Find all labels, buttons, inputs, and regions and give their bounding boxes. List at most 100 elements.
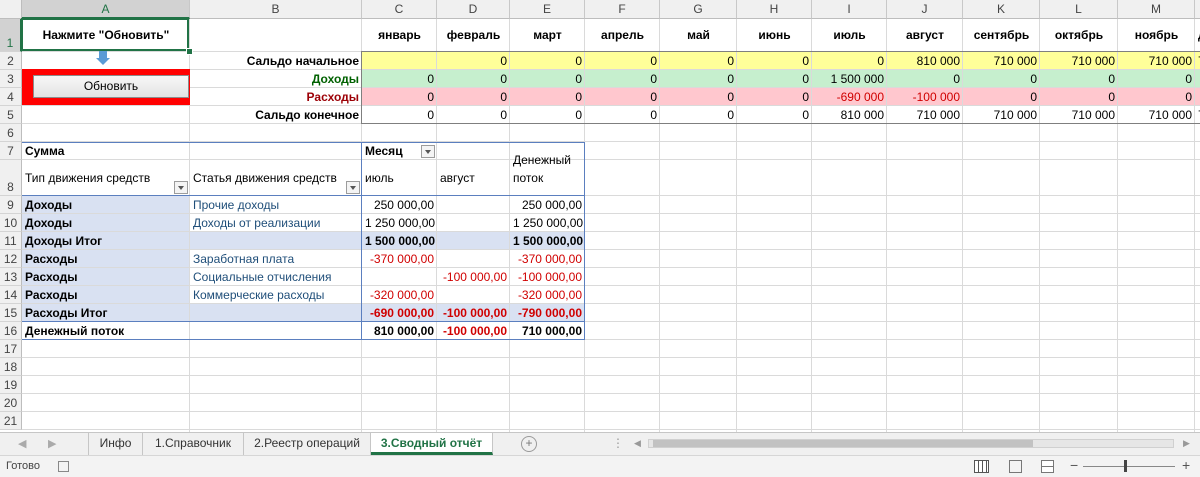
- row-number: 8: [7, 180, 14, 194]
- row-number: 19: [3, 378, 18, 392]
- zoom-slider-handle[interactable]: [1124, 460, 1127, 472]
- pivot-value-total: -790 000,00: [517, 306, 582, 320]
- row-header-9[interactable]: 9: [0, 196, 22, 214]
- month-filter-button[interactable]: [421, 145, 435, 158]
- column-header-d[interactable]: D: [437, 0, 510, 19]
- more-options-icon[interactable]: ⋮: [612, 436, 624, 450]
- row-header-16[interactable]: 16: [0, 322, 22, 340]
- month-header: апрель: [601, 28, 644, 42]
- tab-operations-register[interactable]: 2.Реестр операций: [244, 433, 371, 455]
- row-header-17[interactable]: 17: [0, 340, 22, 358]
- column-header-g[interactable]: G: [660, 0, 737, 19]
- column-header-a[interactable]: A: [22, 0, 190, 19]
- article-filter-button[interactable]: [346, 181, 360, 194]
- zoom-out-icon[interactable]: −: [1070, 457, 1078, 473]
- month-header: декабрь: [1195, 19, 1200, 52]
- month-header: август: [906, 28, 944, 42]
- row-header-20[interactable]: 20: [0, 394, 22, 412]
- page-layout-view-icon[interactable]: [1009, 460, 1022, 473]
- row-header-1[interactable]: 1: [0, 19, 22, 52]
- row-header-4[interactable]: 4: [0, 88, 22, 106]
- column-header-c[interactable]: C: [362, 0, 437, 19]
- row-header-15[interactable]: 15: [0, 304, 22, 322]
- pivot-row-type: Расходы: [25, 270, 78, 284]
- column-header-h[interactable]: H: [737, 0, 812, 19]
- scrollbar-thumb[interactable]: [653, 440, 1033, 447]
- hscroll-right-icon[interactable]: ▶: [1183, 438, 1190, 449]
- tab-info[interactable]: Инфо: [88, 433, 143, 455]
- column-header-e[interactable]: E: [510, 0, 585, 19]
- row-number: 1: [6, 36, 14, 50]
- month-header: март: [533, 28, 562, 42]
- column-header-j[interactable]: J: [887, 0, 963, 19]
- row-header-19[interactable]: 19: [0, 376, 22, 394]
- selected-cell-outline[interactable]: [21, 18, 189, 51]
- row-header-3[interactable]: 3: [0, 70, 22, 88]
- pivot-col-august: август: [440, 171, 475, 185]
- column-header-l[interactable]: L: [1040, 0, 1118, 19]
- pivot-right-border: [584, 142, 585, 340]
- type-filter-button[interactable]: [174, 181, 188, 194]
- pivot-row-type: Расходы Итог: [25, 306, 108, 320]
- gridline-horizontal: [22, 429, 1200, 430]
- column-header-k[interactable]: K: [963, 0, 1040, 19]
- add-sheet-icon[interactable]: +: [521, 436, 537, 452]
- column-header-b[interactable]: B: [190, 0, 362, 19]
- pivot-values-divider: [361, 142, 362, 340]
- column-header-f[interactable]: F: [585, 0, 660, 19]
- horizontal-scrollbar[interactable]: [648, 439, 1174, 448]
- row-header-7[interactable]: 7: [0, 142, 22, 160]
- summary-table-border: [361, 51, 1200, 124]
- row-number: 3: [7, 72, 14, 86]
- row-number: 13: [3, 270, 18, 284]
- status-text: Готово: [6, 460, 40, 472]
- pivot-value-july: -320 000,00: [369, 288, 434, 302]
- gridline-horizontal: [22, 357, 1200, 358]
- row-header-5[interactable]: 5: [0, 106, 22, 124]
- row-header-13[interactable]: 13: [0, 268, 22, 286]
- row-number: 18: [3, 360, 18, 374]
- pivot-row-type: Расходы: [25, 288, 78, 302]
- row-header-6[interactable]: 6: [0, 124, 22, 142]
- row-header-10[interactable]: 10: [0, 214, 22, 232]
- pivot-value-total: 250 000,00: [521, 198, 582, 212]
- refresh-button[interactable]: Обновить: [33, 75, 189, 98]
- pivot-sum-label: Сумма: [25, 144, 65, 158]
- month-header: октябрь: [1054, 28, 1104, 42]
- select-all-corner[interactable]: [0, 0, 22, 19]
- hscroll-left-icon[interactable]: ◀: [634, 438, 641, 449]
- zoom-in-icon[interactable]: +: [1182, 457, 1190, 473]
- pivot-value-aug: -100 000,00: [442, 270, 507, 284]
- row-header-2[interactable]: 2: [0, 52, 22, 70]
- column-header-i[interactable]: I: [812, 0, 887, 19]
- zoom-slider[interactable]: [1083, 466, 1175, 467]
- gridline-horizontal: [22, 159, 1200, 160]
- tab-summary-report[interactable]: 3.Сводный отчёт: [371, 433, 493, 455]
- tab-reference[interactable]: 1.Справочник: [143, 433, 244, 455]
- macro-record-icon[interactable]: [58, 461, 69, 472]
- pivot-value-total: -370 000,00: [517, 252, 582, 266]
- page-break-view-icon[interactable]: [1041, 460, 1054, 473]
- month-header: январь: [378, 28, 421, 42]
- scroll-right-icon[interactable]: ▶: [48, 437, 56, 450]
- row-header-12[interactable]: 12: [0, 250, 22, 268]
- pivot-row-article: Доходы от реализации: [193, 216, 321, 230]
- spreadsheet-grid[interactable]: ABCDEFGHIJKLMN12345678910111213141516171…: [0, 0, 1200, 432]
- row-header-14[interactable]: 14: [0, 286, 22, 304]
- column-header-n[interactable]: N: [1195, 0, 1200, 19]
- row-number: 6: [7, 126, 14, 140]
- pivot-value-total: 1 250 000,00: [513, 216, 584, 230]
- summary-label-closing: Сальдо конечное: [255, 108, 359, 122]
- month-header: июнь: [758, 28, 791, 42]
- gridline-horizontal: [22, 411, 1200, 412]
- row-header-8[interactable]: 8: [0, 160, 22, 196]
- column-header-m[interactable]: M: [1118, 0, 1195, 19]
- scroll-left-icon[interactable]: ◀: [18, 437, 26, 450]
- row-header-18[interactable]: 18: [0, 358, 22, 376]
- normal-view-icon[interactable]: [974, 460, 989, 473]
- row-number: 5: [7, 108, 14, 122]
- row-number: 21: [3, 414, 18, 428]
- month-header: февраль: [446, 28, 501, 42]
- row-header-21[interactable]: 21: [0, 412, 22, 430]
- row-header-11[interactable]: 11: [0, 232, 22, 250]
